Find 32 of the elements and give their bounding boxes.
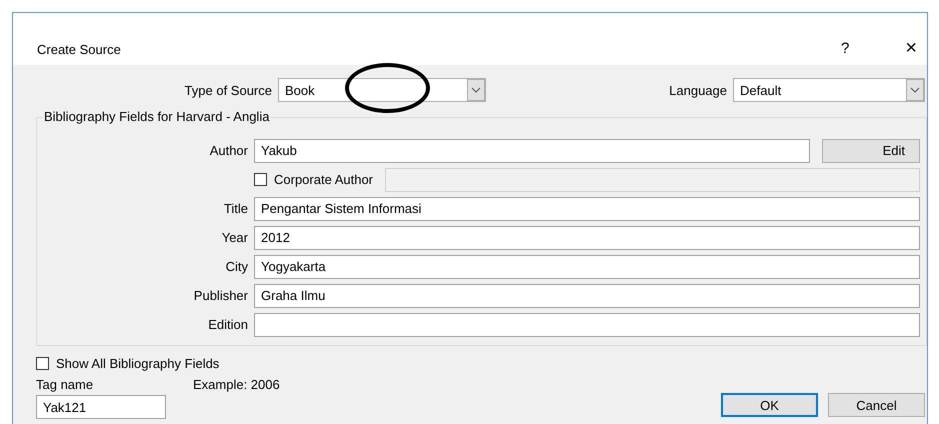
field-label: Edition [207, 317, 248, 332]
field-label: Type of Source [184, 82, 272, 98]
ok-button[interactable]: OK [721, 393, 818, 417]
tag-name-label: Tag name [36, 377, 94, 392]
field-label: Author [208, 143, 248, 158]
example-text: Example: 2006 [193, 377, 280, 392]
checkbox[interactable] [254, 173, 267, 186]
input-field[interactable] [254, 312, 920, 336]
group-legend: Bibliography Fields for Harvard - Anglia [43, 109, 270, 124]
field-label: Year [220, 230, 248, 245]
help-button[interactable]: ? [840, 40, 850, 57]
checkbox-label: Corporate Author [274, 172, 374, 187]
input-field[interactable]: Graha Ilmu [254, 284, 920, 308]
field-label: Publisher [192, 288, 248, 303]
cancel-button[interactable]: Cancel [828, 393, 925, 417]
input-field[interactable]: Yogyakarta [254, 254, 920, 278]
tag-name-field[interactable]: Yak121 [36, 395, 166, 419]
input-field[interactable]: 2012 [254, 226, 920, 250]
type-of-source-dropdown[interactable]: Book [278, 78, 486, 102]
checkbox[interactable] [36, 356, 49, 370]
field-label: Title [222, 201, 248, 216]
chevron-down-icon [906, 79, 924, 101]
close-button[interactable]: × [905, 39, 917, 57]
input-field[interactable]: Yakub [254, 138, 810, 162]
field-label: City [224, 259, 248, 274]
language-dropdown[interactable]: Default [733, 78, 925, 102]
field-label: Language [669, 82, 727, 98]
checkbox-label: Show All Bibliography Fields [56, 356, 220, 370]
edit-button[interactable]: Edit [822, 138, 920, 162]
chevron-down-icon [467, 79, 485, 101]
window-title: Create Source [37, 42, 122, 57]
input-field[interactable]: Pengantar Sistem Informasi [254, 196, 920, 220]
